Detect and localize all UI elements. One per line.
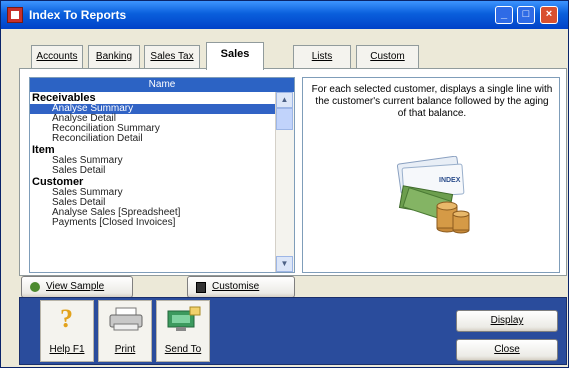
close-button[interactable]: Close [456, 339, 558, 361]
title-bar[interactable]: Index To Reports _ □ × [1, 1, 568, 29]
print-label: Print [114, 344, 136, 355]
tab-lists[interactable]: Lists [293, 45, 351, 69]
help-icon: ? [60, 305, 73, 331]
report-description-box: For each selected customer, displays a s… [302, 77, 560, 273]
scroll-thumb[interactable] [276, 108, 293, 130]
list-item[interactable]: Sales Detail [30, 166, 276, 176]
tab-panel: Name Receivables Analyse Summary Analyse… [19, 68, 567, 276]
customise-label: Customise [212, 281, 260, 292]
money-report-illustration: INDEX [396, 156, 470, 234]
customise-button[interactable]: Customise [187, 276, 295, 298]
send-to-button[interactable]: Send To [156, 300, 210, 362]
list-item[interactable]: Payments [Closed Invoices] [30, 218, 276, 228]
bottom-toolbar: ? Help F1 Print Send To Display Close [19, 297, 567, 365]
customise-icon [196, 282, 206, 293]
maximize-button[interactable]: □ [517, 6, 535, 24]
window-title: Index To Reports [29, 8, 127, 22]
report-list: Name Receivables Analyse Summary Analyse… [29, 77, 295, 273]
svg-text:INDEX: INDEX [439, 177, 461, 184]
list-scrollbar[interactable]: ▲ ▼ [275, 92, 294, 272]
send-to-label: Send To [164, 344, 202, 355]
print-button[interactable]: Print [98, 300, 152, 362]
tab-custom[interactable]: Custom [356, 45, 419, 69]
minimize-button[interactable]: _ [495, 6, 513, 24]
list-header-name[interactable]: Name [30, 78, 294, 92]
tab-sales-tax[interactable]: Sales Tax [144, 45, 200, 69]
close-window-button[interactable]: × [540, 6, 558, 24]
list-item[interactable]: Reconciliation Detail [30, 134, 276, 144]
display-button[interactable]: Display [456, 310, 558, 332]
tab-sales[interactable]: Sales [206, 42, 264, 70]
svg-text:?: ? [60, 305, 73, 331]
tab-accounts[interactable]: Accounts [31, 45, 83, 69]
report-list-body: Receivables Analyse Summary Analyse Deta… [30, 92, 276, 272]
printer-icon [109, 307, 143, 331]
view-sample-button[interactable]: View Sample [21, 276, 133, 298]
view-sample-icon [30, 282, 40, 292]
index-to-reports-window: Index To Reports _ □ × Accounts Banking … [0, 0, 569, 368]
scroll-up-icon[interactable]: ▲ [276, 92, 293, 108]
scroll-down-icon[interactable]: ▼ [276, 256, 293, 272]
report-description: For each selected customer, displays a s… [311, 84, 553, 119]
app-icon [7, 7, 23, 23]
help-button[interactable]: ? Help F1 [40, 300, 94, 362]
send-to-icon [167, 306, 201, 331]
help-label: Help F1 [49, 344, 85, 355]
view-sample-label: View Sample [46, 281, 105, 292]
tab-banking[interactable]: Banking [88, 45, 140, 69]
